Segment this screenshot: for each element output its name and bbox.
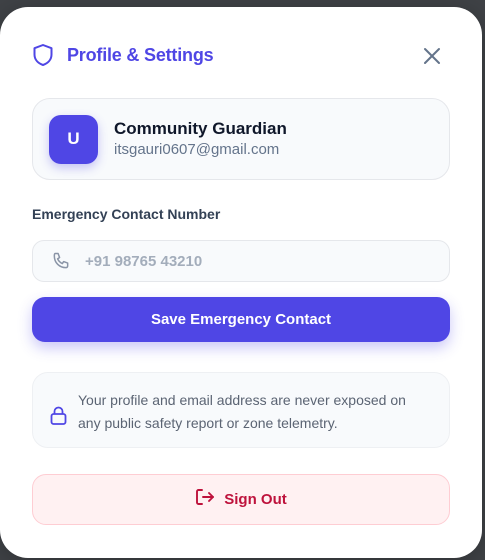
avatar: U: [49, 114, 98, 164]
profile-settings-modal: Profile & Settings U Community Guardian …: [0, 7, 482, 558]
emergency-contact-label: Emergency Contact Number: [32, 206, 221, 222]
privacy-text-line-2: any public safety report or zone telemet…: [78, 415, 338, 431]
close-icon: [424, 48, 440, 64]
save-emergency-contact-button[interactable]: Save Emergency Contact: [32, 297, 450, 342]
emergency-contact-input[interactable]: [85, 252, 405, 270]
privacy-text-line-1: Your profile and email address are never…: [78, 392, 406, 408]
close-button[interactable]: [421, 45, 443, 67]
sign-out-icon: [195, 488, 215, 511]
lock-icon: [50, 406, 67, 430]
profile-email: itsgauri0607@gmail.com: [114, 140, 280, 158]
privacy-text: Your profile and email address are never…: [78, 389, 406, 435]
sign-out-label: Sign Out: [224, 491, 287, 508]
phone-icon: [51, 251, 71, 276]
profile-card: U Community Guardian itsgauri0607@gmail.…: [32, 98, 450, 180]
profile-name: Community Guardian: [114, 118, 287, 138]
modal-header: Profile & Settings: [32, 43, 214, 67]
emergency-contact-field[interactable]: [32, 240, 450, 282]
modal-title: Profile & Settings: [67, 44, 214, 65]
sign-out-button[interactable]: Sign Out: [32, 474, 450, 525]
privacy-notice: Your profile and email address are never…: [32, 372, 450, 448]
shield-icon: [32, 43, 54, 67]
